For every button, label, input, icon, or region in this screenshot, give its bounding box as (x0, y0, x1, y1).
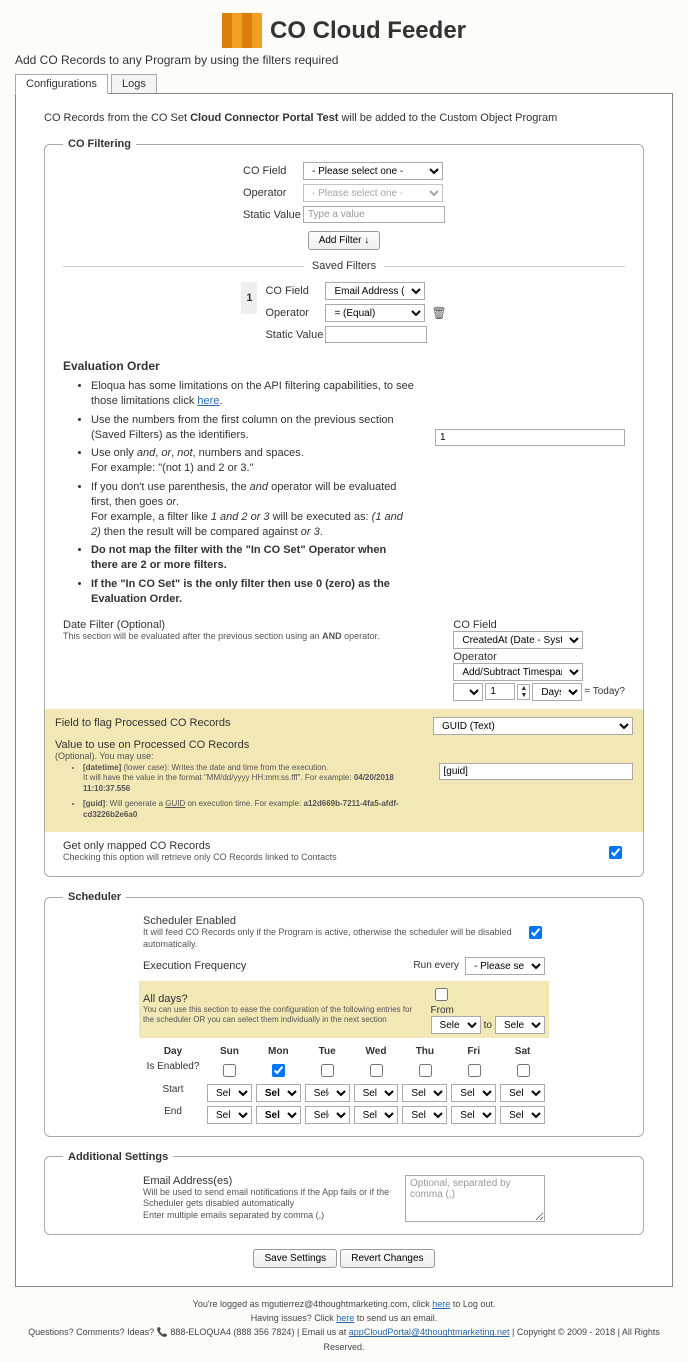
day-end-select[interactable]: Select (402, 1106, 447, 1124)
day-start-select[interactable]: Select (500, 1084, 545, 1102)
co-filtering-fieldset: CO Filtering CO Field - Please select on… (44, 138, 644, 877)
additional-legend: Additional Settings (63, 1151, 173, 1163)
day-end-select[interactable]: Select (500, 1106, 545, 1124)
operator-select[interactable]: - Please select one - (303, 184, 443, 202)
static-label: Static Value (243, 209, 303, 221)
static-value-input[interactable] (303, 206, 445, 223)
scheduler-legend: Scheduler (63, 891, 126, 903)
tab-configurations[interactable]: Configurations (15, 74, 108, 94)
saved-op-select[interactable]: = (Equal) (325, 304, 425, 322)
day-enable-checkbox[interactable] (272, 1064, 285, 1077)
co-filtering-legend: CO Filtering (63, 138, 136, 150)
day-end-select[interactable]: Select (354, 1106, 399, 1124)
logo (222, 13, 262, 48)
operator-label: Operator (243, 187, 303, 199)
day-enable-checkbox[interactable] (419, 1064, 432, 1077)
day-header: Fri (451, 1046, 496, 1057)
all-days-title: All days? (143, 993, 425, 1005)
scheduler-fieldset: Scheduler Scheduler Enabled It will feed… (44, 891, 644, 1136)
revert-button[interactable]: Revert Changes (340, 1249, 434, 1268)
footer: You're logged as mgutierrez@4thoughtmark… (15, 1297, 673, 1355)
sched-enabled-checkbox[interactable] (529, 926, 542, 939)
day-start-select[interactable]: Select (354, 1084, 399, 1102)
email-textarea[interactable] (405, 1175, 545, 1222)
day-header: Tue (305, 1046, 350, 1057)
day-end-select[interactable]: Select (451, 1106, 496, 1124)
issues-link[interactable]: here (336, 1313, 354, 1323)
day-enable-checkbox[interactable] (321, 1064, 334, 1077)
day-header: Wed (354, 1046, 399, 1057)
limitations-link[interactable]: here (197, 395, 219, 407)
day-end-select[interactable]: Select (256, 1106, 301, 1124)
day-end-select[interactable]: Select (207, 1106, 252, 1124)
day-start-select[interactable]: Select (256, 1084, 301, 1102)
date-op-select[interactable]: Add/Subtract Timespan (453, 663, 583, 681)
day-enable-checkbox[interactable] (223, 1064, 236, 1077)
intro-text: CO Records from the CO Set Cloud Connect… (44, 112, 644, 124)
day-start-select[interactable]: Select (402, 1084, 447, 1102)
day-header: Sun (207, 1046, 252, 1057)
mapped-checkbox[interactable] (609, 846, 622, 859)
day-enable-checkbox[interactable] (370, 1064, 383, 1077)
plus-minus-select[interactable]: + (453, 683, 483, 701)
eval-rules-list: Eloqua has some limitations on the API f… (63, 379, 415, 607)
delete-filter-icon[interactable]: 🗑 (431, 306, 446, 320)
day-header: Sat (500, 1046, 545, 1057)
all-days-checkbox[interactable] (435, 988, 448, 1001)
tab-logs[interactable]: Logs (111, 74, 157, 93)
timespan-unit-select[interactable]: Days (532, 683, 582, 701)
co-field-select[interactable]: - Please select one - (303, 162, 443, 180)
day-start-select[interactable]: Select (207, 1084, 252, 1102)
page-title: CO Cloud Feeder (270, 17, 466, 45)
save-button[interactable]: Save Settings (253, 1249, 337, 1268)
timespan-spinner[interactable]: ▲▼ (517, 684, 530, 700)
saved-value-input[interactable] (325, 326, 427, 343)
logout-link[interactable]: here (432, 1299, 450, 1309)
additional-fieldset: Additional Settings Email Address(es) Wi… (44, 1151, 644, 1235)
saved-field-select[interactable]: Email Address (Text) (325, 282, 425, 300)
to-select[interactable]: Select (495, 1016, 545, 1034)
add-filter-button[interactable]: Add Filter ↓ (308, 231, 381, 250)
subtitle: Add CO Records to any Program by using t… (15, 53, 673, 67)
date-filter-title: Date Filter (Optional) (63, 619, 380, 631)
run-every-select[interactable]: - Please select One - (465, 957, 545, 975)
eval-order-input[interactable] (435, 429, 625, 446)
sched-enabled-title: Scheduler Enabled (143, 915, 519, 927)
timespan-value-input[interactable] (485, 683, 515, 700)
mapped-title: Get only mapped CO Records (63, 840, 337, 852)
date-field-select[interactable]: CreatedAt (Date - System) (453, 631, 583, 649)
flag-field-title: Field to flag Processed CO Records (55, 717, 230, 735)
day-header: Mon (256, 1046, 301, 1057)
eval-order-title: Evaluation Order (63, 359, 625, 373)
from-select[interactable]: Select (431, 1016, 481, 1034)
day-header: Thu (402, 1046, 447, 1057)
saved-filters-header: Saved Filters (304, 260, 384, 272)
day-end-select[interactable]: Select (305, 1106, 350, 1124)
email-link[interactable]: appCloudPortal@4thoughtmarketing.net (349, 1327, 510, 1337)
day-enable-checkbox[interactable] (468, 1064, 481, 1077)
day-start-select[interactable]: Select (305, 1084, 350, 1102)
exec-freq-label: Execution Frequency (143, 960, 407, 972)
co-field-label: CO Field (243, 165, 303, 177)
day-enable-checkbox[interactable] (517, 1064, 530, 1077)
flag-value-input[interactable] (439, 763, 634, 780)
email-title: Email Address(es) (143, 1175, 395, 1187)
day-start-select[interactable]: Select (451, 1084, 496, 1102)
filter-index: 1 (241, 282, 257, 314)
flag-field-select[interactable]: GUID (Text) (433, 717, 633, 735)
flag-value-title: Value to use on Processed CO Records (55, 739, 633, 751)
